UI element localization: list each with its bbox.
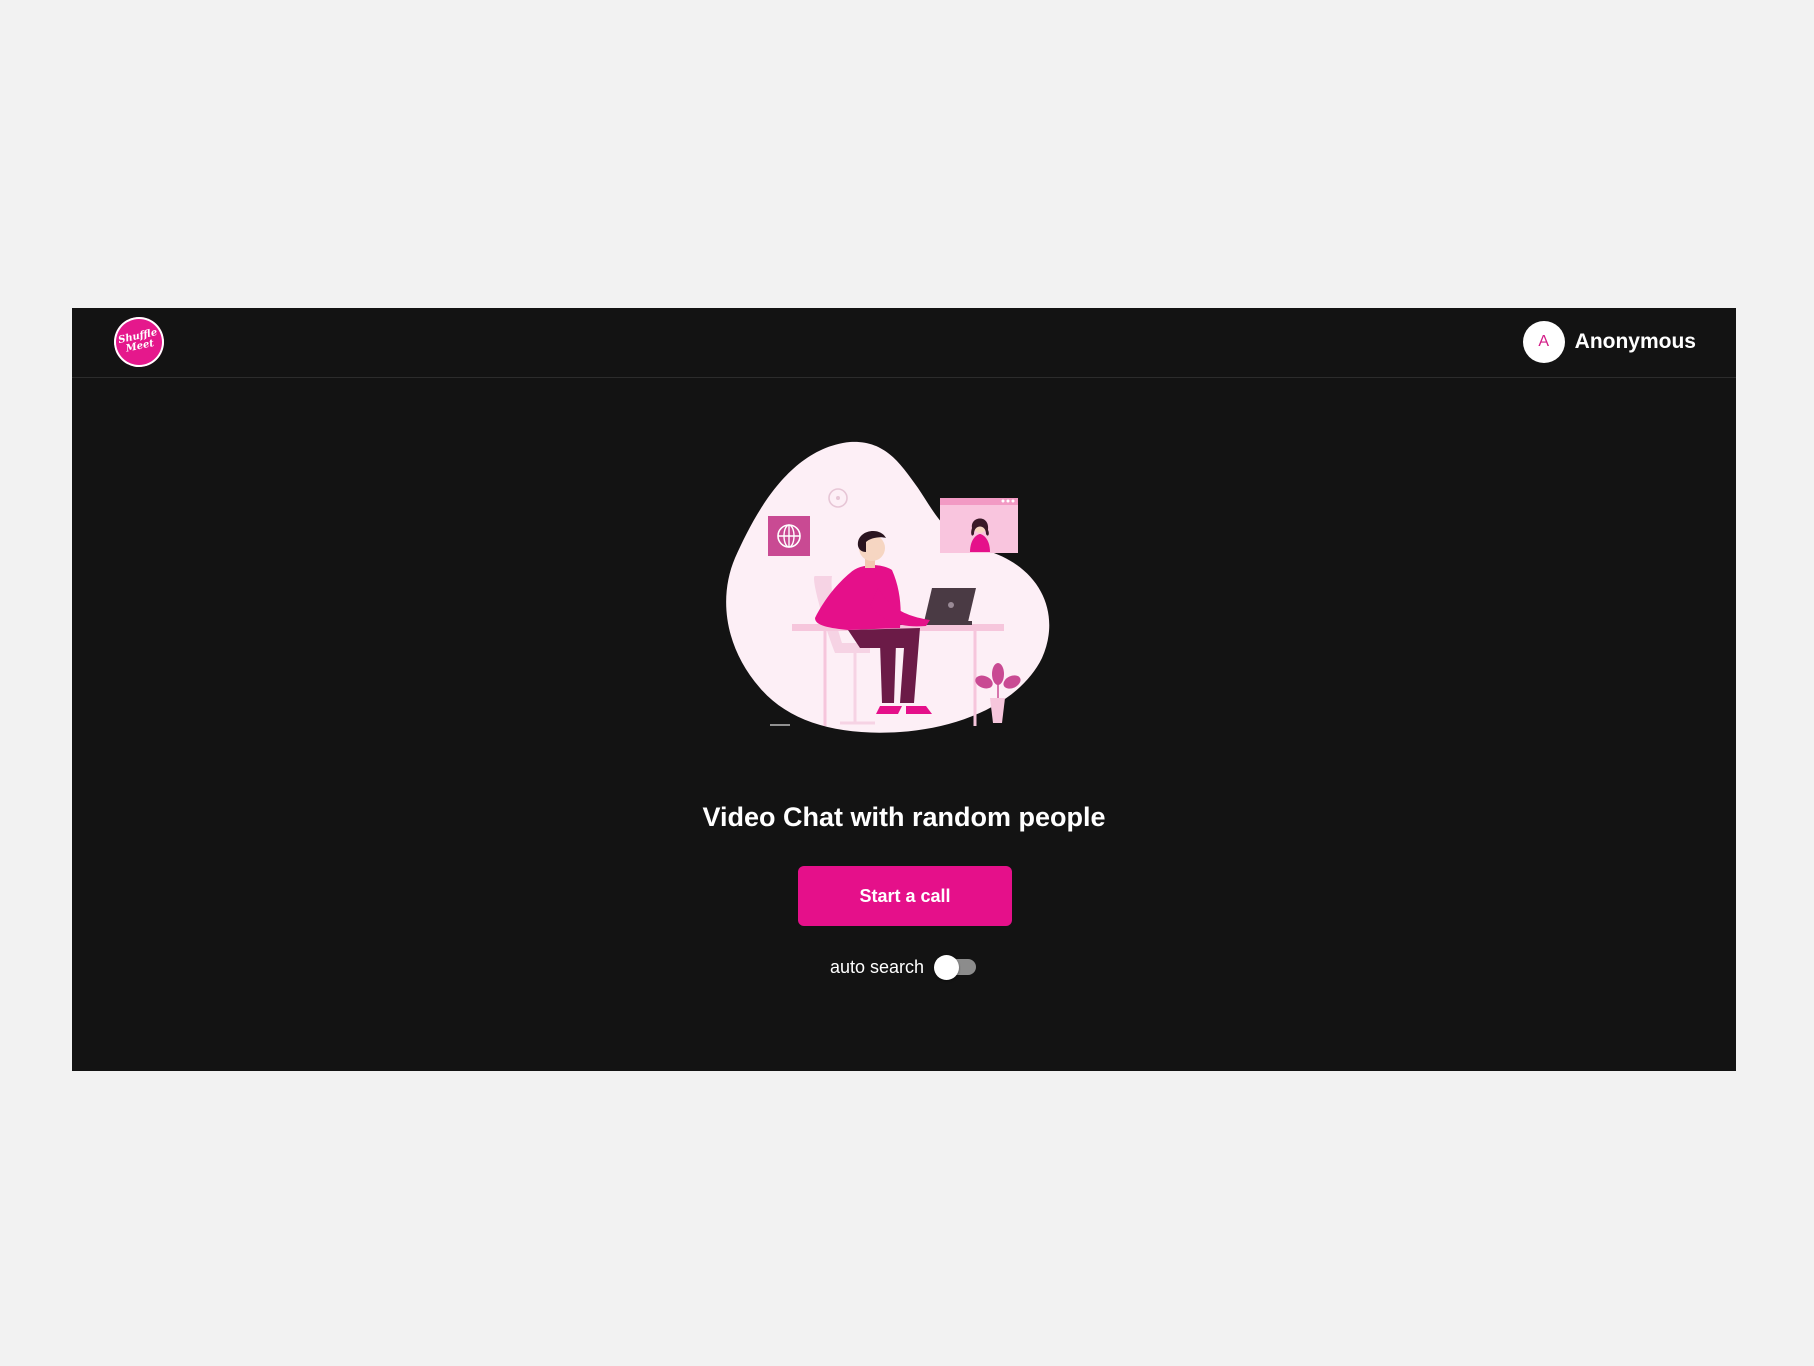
- start-call-button[interactable]: Start a call: [798, 866, 1012, 926]
- auto-search-label: auto search: [830, 956, 925, 977]
- plant-icon: [990, 698, 1005, 723]
- auto-search-toggle[interactable]: [934, 955, 977, 980]
- avatar: A: [1522, 321, 1565, 363]
- logo[interactable]: Shuffle Meet: [109, 312, 169, 372]
- page-title: Video Chat with random people: [702, 802, 1106, 832]
- user-name: Anonymous: [1574, 330, 1696, 353]
- app-window: Shuffle Meet A Anonymous Video Chat with…: [72, 308, 1736, 1071]
- auto-search-row: auto search: [830, 952, 977, 982]
- video-call-illustration: [726, 441, 1050, 733]
- top-bar: Shuffle Meet A Anonymous: [72, 308, 1736, 378]
- toggle-knob: [934, 955, 960, 980]
- user-menu[interactable]: A Anonymous: [1522, 320, 1696, 364]
